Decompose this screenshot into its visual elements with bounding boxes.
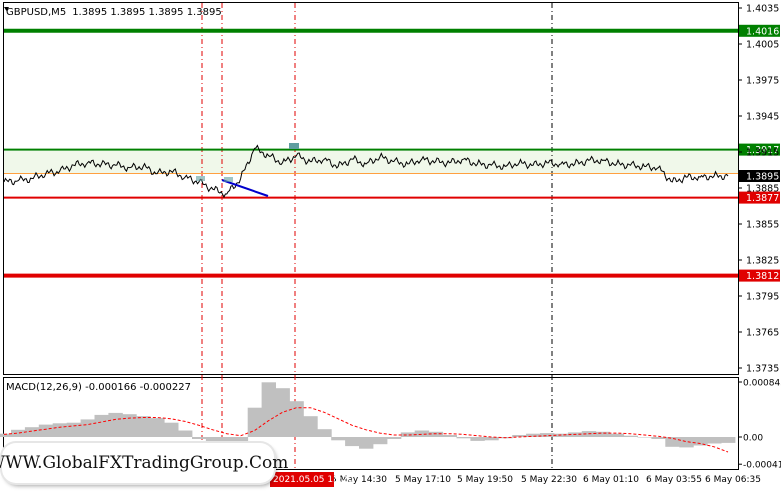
macd-title: MACD(12,26,9) -0.000166 -0.000227: [6, 382, 191, 393]
price-axis-label: 1.4005: [746, 40, 779, 51]
price-axis-label: 1.3825: [746, 256, 779, 267]
watermark-banner: WWW.GlobalFXTradingGroup.Com: [0, 443, 288, 483]
price-axis-label: 1.4035: [746, 4, 779, 15]
macd-bar: [707, 437, 722, 444]
price-tag-label: 1.3812: [746, 271, 779, 282]
macd-bar: [108, 412, 123, 437]
macd-bar: [11, 429, 26, 437]
watermark-text: WWW.GlobalFXTradingGroup.Com: [0, 453, 289, 473]
macd-bar: [609, 433, 625, 437]
price-axis-label: 1.3885: [746, 184, 779, 195]
time-axis-label: 5 May 19:50: [457, 475, 513, 485]
macd-axis-label: 0.000845: [743, 379, 781, 389]
macd-bar: [373, 437, 388, 445]
macd-bar: [359, 437, 374, 449]
macd-bar: [164, 422, 179, 437]
macd-bar: [136, 416, 151, 437]
trading-terminal-window: 1.4016 1.3917 1.3877 1.3812 1.3895 GBPUSD,M5…: [0, 0, 781, 489]
macd-bar: [261, 382, 276, 437]
price-axis-label: 1.3735: [746, 364, 779, 375]
macd-bar: [484, 437, 499, 441]
macd-bar: [178, 430, 193, 437]
time-axis-label: 5 May 17:10: [395, 475, 451, 485]
price-chart[interactable]: 1.40161.39171.38771.38121.3895 GBPUSD,M5…: [0, 0, 781, 489]
price-axis-label: 1.3915: [746, 148, 779, 159]
macd-axis-label: 0.00: [743, 434, 763, 444]
macd-bar: [38, 424, 54, 437]
macd-bar: [595, 431, 611, 437]
price-axis-label: 1.3855: [746, 220, 779, 231]
macd-bar: [331, 437, 346, 441]
highlighted-time-label: 2021.05.05 13:20: [273, 475, 354, 485]
macd-bar: [303, 416, 318, 437]
macd-bar: [414, 430, 430, 437]
macd-bar: [442, 435, 457, 437]
macd-bar: [540, 433, 555, 437]
macd-axis-label: -0.000418: [743, 461, 781, 471]
macd-bar: [275, 388, 290, 437]
macd-bar: [623, 435, 638, 437]
macd-bar: [345, 437, 360, 447]
entry-marker-3: [224, 177, 233, 182]
macd-bar: [679, 437, 694, 448]
macd-bar: [456, 437, 471, 439]
macd-bar: [721, 437, 736, 443]
macd-bar: [192, 437, 207, 439]
macd-bar: [693, 437, 708, 446]
price-tag-label: 1.3877: [746, 193, 779, 204]
macd-bar: [400, 432, 416, 437]
price-axis-label: 1.3975: [746, 76, 779, 87]
entry-marker-2: [196, 176, 205, 181]
price-axis-label: 1.3765: [746, 328, 779, 339]
symbol-label: GBPUSD,M5 1.3895 1.3895 1.3895 1.3895: [6, 7, 222, 18]
time-axis-label: 6 May 06:35: [705, 475, 761, 485]
macd-bar: [24, 427, 40, 437]
macd-bar: [470, 437, 485, 441]
price-tag-label: 1.4016: [746, 26, 779, 37]
macd-bar: [386, 437, 402, 439]
range-zone: [4, 151, 738, 173]
time-axis-label: 6 May 01:10: [583, 475, 639, 485]
macd-bar: [52, 423, 68, 437]
current-price-label: 1.3895: [746, 172, 779, 183]
macd-bar: [94, 414, 109, 437]
macd-bar: [526, 433, 541, 437]
macd-bar: [80, 419, 95, 437]
price-axis-label: 1.3795: [746, 292, 779, 303]
entry-marker: [289, 143, 299, 149]
macd-bar: [150, 418, 165, 437]
time-axis-label: 5 May 22:30: [521, 475, 577, 485]
macd-bar: [637, 437, 652, 438]
macd-bar: [247, 407, 263, 437]
price-axis-label: 1.3945: [746, 112, 779, 123]
time-axis-label: 6 May 03:55: [646, 475, 702, 485]
macd-bar: [665, 437, 680, 447]
macd-bar: [317, 429, 332, 437]
macd-bar: [289, 401, 304, 437]
macd-bar: [66, 422, 82, 437]
